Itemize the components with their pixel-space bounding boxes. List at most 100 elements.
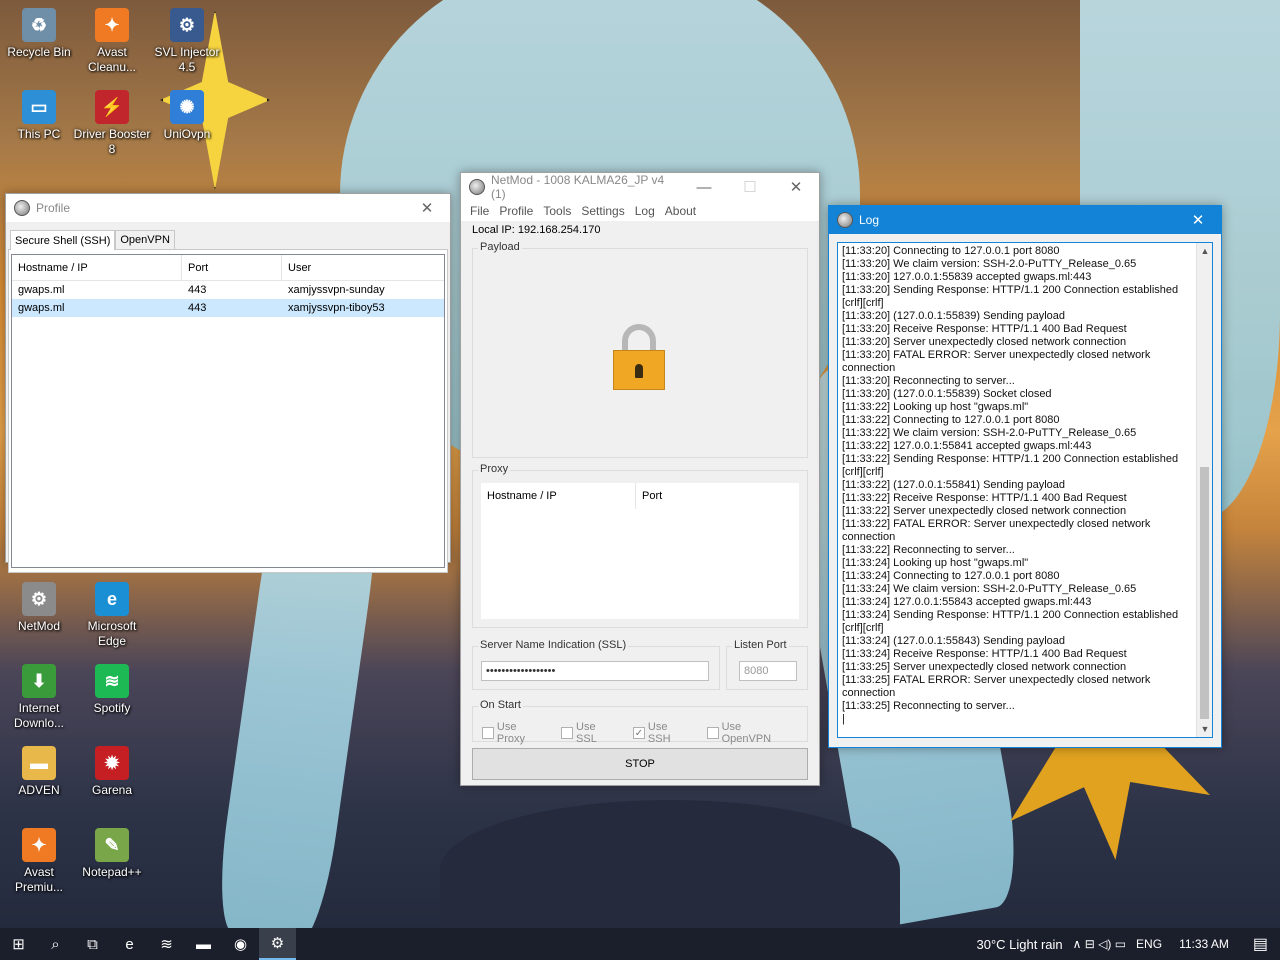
app-icon: e — [95, 582, 129, 616]
netmod-app-icon — [469, 179, 485, 195]
row-port: 443 — [188, 302, 207, 314]
sni-input[interactable]: •••••••••••••••••• — [481, 661, 709, 681]
menu-log[interactable]: Log — [630, 204, 660, 218]
weather-widget[interactable]: 30°C Light rain — [972, 937, 1068, 952]
use-ssl-checkbox[interactable]: Use SSL — [561, 721, 619, 745]
desktop-icon-driver-booster-8[interactable]: ⚡ Driver Booster 8 — [73, 86, 151, 157]
log-textarea[interactable]: [11:33:20] Connecting to 127.0.0.1 port … — [837, 242, 1213, 738]
payload-group: Payload — [472, 241, 808, 458]
desktop-icon-microsoft-edge[interactable]: e Microsoft Edge — [73, 578, 151, 649]
notification-icon[interactable]: ▤ — [1241, 934, 1280, 954]
desktop-icon-svl-injector-4-5[interactable]: ⚙ SVL Injector 4.5 — [148, 4, 226, 75]
desktop-icon-internet-downlo[interactable]: ⬇ Internet Downlo... — [0, 660, 78, 731]
start-icon[interactable]: ⊞ — [0, 928, 37, 960]
table-row[interactable]: gwaps.ml 443 xamjyssvpn-tiboy53 — [12, 299, 444, 317]
proxy-table-header: Hostname / IP Port — [481, 483, 799, 509]
desktop-icon-netmod[interactable]: ⚙ NetMod — [0, 578, 78, 634]
desktop-icon-notepad[interactable]: ✎ Notepad++ — [73, 824, 151, 880]
desktop-icon-label: Avast Premiu... — [14, 865, 63, 894]
close-icon[interactable]: ✕ — [1175, 206, 1221, 234]
scroll-down-icon[interactable]: ▼ — [1197, 721, 1212, 737]
netmod-window: NetMod - 1008 KALMA26_JP v4 (1) — ☐ ✕ Fi… — [460, 172, 820, 786]
row-port: 443 — [188, 284, 207, 296]
edge-icon[interactable]: e — [111, 928, 148, 960]
search-icon[interactable]: ⌕ — [37, 928, 74, 960]
listen-port-title: Listen Port — [732, 639, 789, 651]
log-titlebar[interactable]: Log ✕ — [829, 206, 1221, 234]
column-port[interactable]: Port — [182, 255, 282, 280]
on-start-title: On Start — [478, 699, 523, 711]
desktop-icon-avast-premiu[interactable]: ✦ Avast Premiu... — [0, 824, 78, 895]
desktop-icon-spotify[interactable]: ≋ Spotify — [73, 660, 151, 716]
app-icon: ♻ — [22, 8, 56, 42]
desktop-icon-uniovpn[interactable]: ✺ UniOvpn — [148, 86, 226, 142]
tab-openvpn[interactable]: OpenVPN — [115, 230, 175, 249]
checkbox-box — [482, 727, 494, 739]
netmod-window-title: NetMod - 1008 KALMA26_JP v4 (1) — [491, 173, 665, 201]
netmod-titlebar[interactable]: NetMod - 1008 KALMA26_JP v4 (1) — ☐ ✕ — [461, 173, 819, 201]
profile-titlebar[interactable]: Profile ✕ — [6, 194, 450, 222]
column-proxy-port[interactable]: Port — [636, 490, 662, 502]
log-scrollbar[interactable]: ▲ ▼ — [1196, 243, 1212, 737]
sni-title: Server Name Indication (SSL) — [478, 639, 629, 651]
checkbox-box: ✓ — [633, 727, 645, 739]
close-icon[interactable]: ✕ — [404, 194, 450, 222]
close-icon[interactable]: ✕ — [773, 173, 819, 201]
payload-title: Payload — [478, 241, 522, 253]
app-icon: ▬ — [22, 746, 56, 780]
on-start-options: Use Proxy Use SSL ✓ Use SSH Use OpenVPN — [482, 721, 807, 745]
chrome-icon[interactable]: ◉ — [222, 928, 259, 960]
maximize-icon[interactable]: ☐ — [727, 173, 773, 201]
use-openvpn-checkbox[interactable]: Use OpenVPN — [706, 721, 793, 745]
minimize-icon[interactable]: — — [681, 173, 727, 201]
tab-ssh[interactable]: Secure Shell (SSH) — [10, 230, 116, 250]
desktop-icon-label: This PC — [17, 127, 61, 141]
clock[interactable]: 11:33 AM — [1167, 937, 1241, 951]
spotify-icon[interactable]: ≋ — [148, 928, 185, 960]
column-proxy-hostname[interactable]: Hostname / IP — [481, 483, 636, 509]
stop-button[interactable]: STOP — [472, 748, 808, 780]
desktop-icon-garena[interactable]: ✹ Garena — [73, 742, 151, 798]
desktop-icon-this-pc[interactable]: ▭ This PC — [0, 86, 78, 142]
log-text: [11:33:20] Connecting to 127.0.0.1 port … — [842, 245, 1179, 725]
menu-file[interactable]: File — [465, 204, 494, 218]
desktop-icon-recycle-bin[interactable]: ♻ Recycle Bin — [0, 4, 78, 60]
log-window-title: Log — [859, 213, 880, 227]
menu-settings[interactable]: Settings — [576, 204, 629, 218]
row-host: gwaps.ml — [18, 302, 65, 314]
scroll-up-icon[interactable]: ▲ — [1197, 243, 1212, 259]
profile-tab-body: Hostname / IP Port User gwaps.ml 443 xam… — [8, 249, 448, 573]
listen-port-input[interactable]: 8080 — [739, 661, 797, 681]
desktop-icon-label: Internet Downlo... — [13, 701, 65, 730]
scroll-thumb[interactable] — [1200, 467, 1209, 719]
desktop-icon-label: Garena — [91, 783, 133, 797]
checkbox-box — [706, 727, 719, 739]
netmod-icon[interactable]: ⚙ — [259, 928, 296, 960]
row-user: xamjyssvpn-tiboy53 — [288, 302, 385, 314]
menu-about[interactable]: About — [660, 204, 701, 218]
use-proxy-checkbox[interactable]: Use Proxy — [482, 721, 547, 745]
desktop-icon-avast-cleanu[interactable]: ✦ Avast Cleanu... — [73, 4, 151, 75]
desktop-icon-adven[interactable]: ▬ ADVEN — [0, 742, 78, 798]
use-ssh-checkbox[interactable]: ✓ Use SSH — [633, 721, 693, 745]
row-user: xamjyssvpn-sunday — [288, 284, 385, 296]
checkbox-label: Use SSH — [647, 721, 671, 745]
app-icon: ≋ — [95, 664, 129, 698]
tray-icons[interactable]: ∧ ⊟ ◁) ▭ — [1068, 937, 1131, 951]
checkbox-label: Use Proxy — [496, 721, 526, 745]
menu-profile[interactable]: Profile — [494, 204, 538, 218]
column-hostname[interactable]: Hostname / IP — [12, 255, 182, 280]
table-row[interactable]: gwaps.ml 443 xamjyssvpn-sunday — [12, 281, 444, 299]
desktop-icon-label: SVL Injector 4.5 — [154, 45, 220, 74]
menu-tools[interactable]: Tools — [538, 204, 576, 218]
task-view-icon[interactable]: ⧉ — [74, 928, 111, 960]
proxy-table: Hostname / IP Port — [481, 483, 799, 619]
language-indicator[interactable]: ENG — [1131, 937, 1167, 951]
app-icon: ⬇ — [22, 664, 56, 698]
app-icon: ▭ — [22, 90, 56, 124]
desktop-icon-label: ADVEN — [18, 783, 60, 797]
on-start-group: On Start Use Proxy Use SSL ✓ Use SSH Use … — [472, 699, 808, 745]
file-explorer-icon[interactable]: ▬ — [185, 928, 222, 960]
column-user[interactable]: User — [282, 255, 444, 280]
wallpaper-coat — [440, 800, 900, 940]
